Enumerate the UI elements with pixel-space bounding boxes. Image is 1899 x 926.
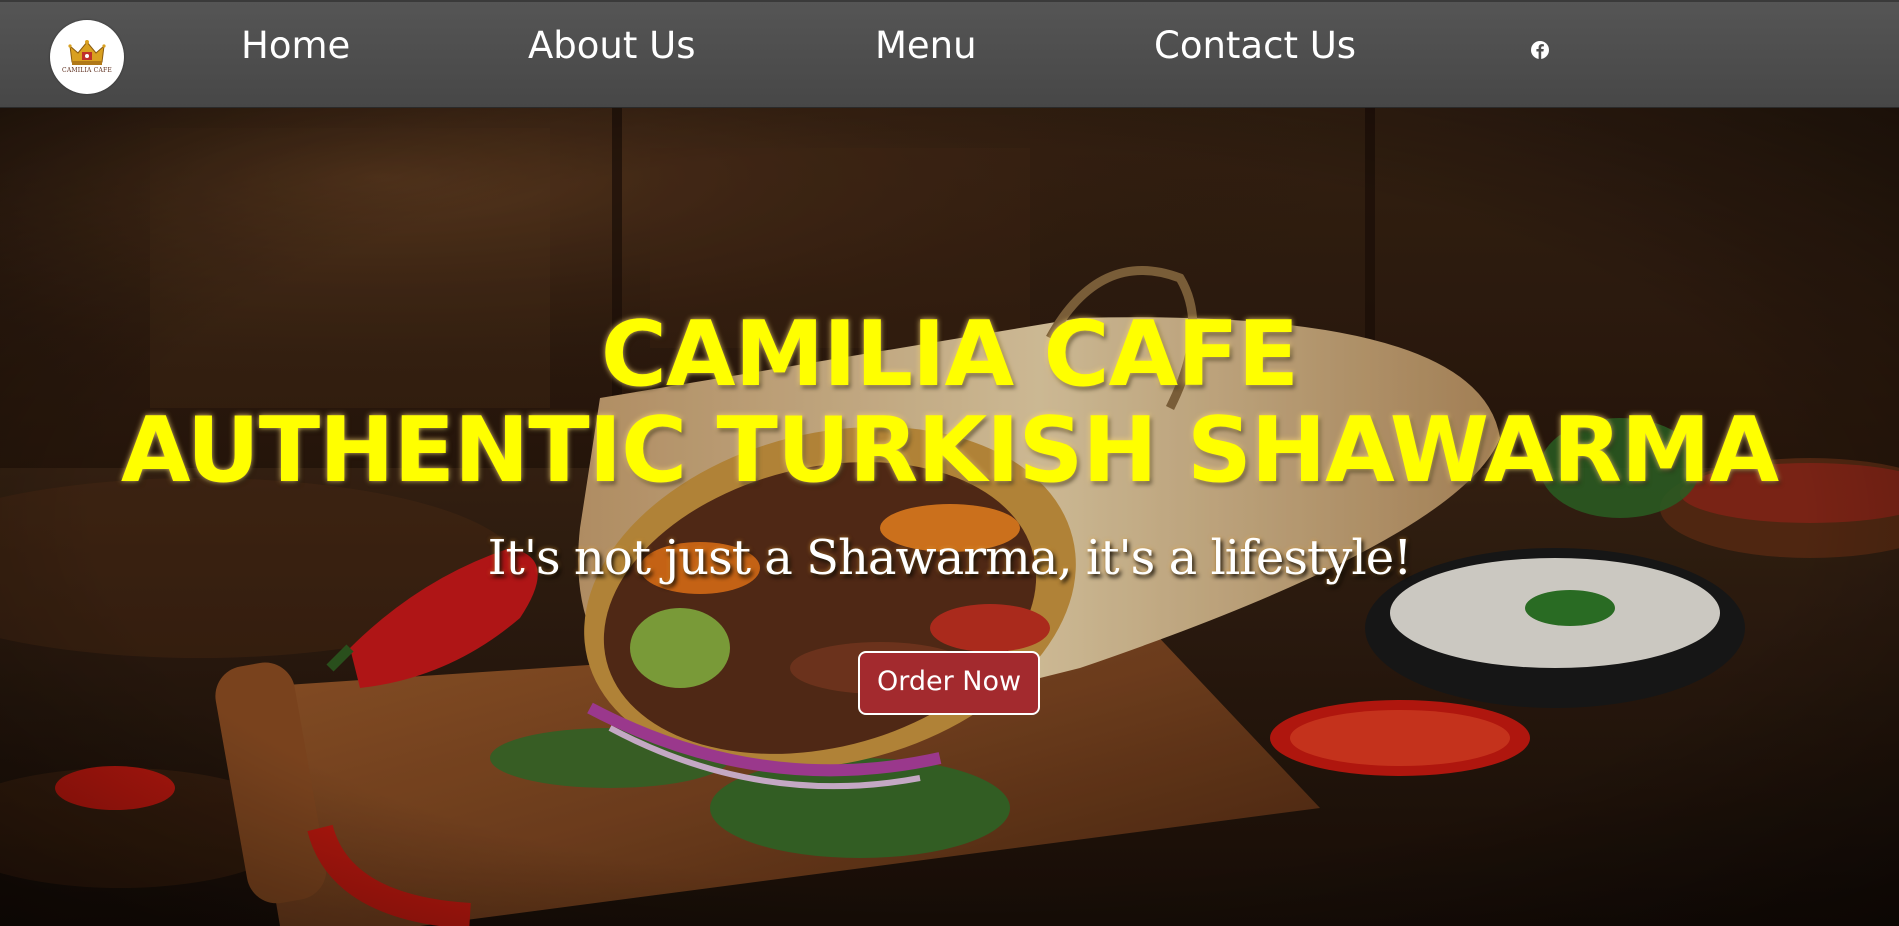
hero-title-line2: AUTHENTIC TURKISH SHAWARMA — [120, 398, 1779, 503]
facebook-icon[interactable] — [1530, 40, 1550, 60]
top-navbar: CAMILIA CAFE Home About Us Menu Contact … — [0, 0, 1899, 108]
nav-about-us[interactable]: About Us — [528, 24, 696, 68]
nav-home[interactable]: Home — [241, 24, 350, 68]
logo-text: CAMILIA CAFE — [62, 67, 112, 74]
crown-icon — [68, 40, 106, 65]
nav-menu[interactable]: Menu — [875, 24, 977, 68]
hero-tagline: It's not just a Shawarma, it's a lifesty… — [487, 530, 1413, 586]
hero-title-line1: CAMILIA CAFE — [600, 302, 1299, 407]
nav-contact-us[interactable]: Contact Us — [1154, 24, 1356, 68]
cafe-logo[interactable]: CAMILIA CAFE — [50, 20, 124, 94]
hero-section: CAMILIA CAFE AUTHENTIC TURKISH SHAWARMA … — [0, 108, 1899, 926]
order-now-button[interactable]: Order Now — [858, 651, 1040, 715]
shawarma-background-image — [0, 108, 1899, 926]
